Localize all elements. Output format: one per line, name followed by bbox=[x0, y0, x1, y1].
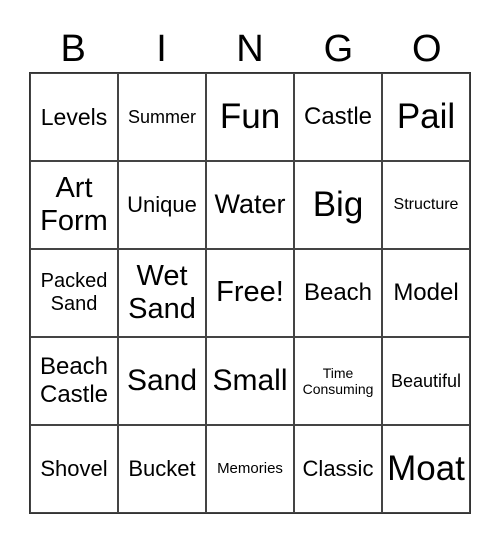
bingo-cell: Small bbox=[206, 337, 294, 425]
bingo-cell: Art Form bbox=[30, 161, 118, 249]
cell-text: Small bbox=[212, 363, 288, 397]
cell-text: Pail bbox=[396, 96, 456, 136]
bingo-cell: Memories bbox=[206, 425, 294, 513]
bingo-cell: Wet Sand bbox=[118, 249, 206, 337]
bingo-cell: Time Consuming bbox=[294, 337, 382, 425]
cell-text: Packed Sand bbox=[40, 270, 108, 315]
cell-text: Moat bbox=[387, 448, 465, 488]
bingo-cell: Fun bbox=[206, 73, 294, 161]
bingo-cell: Structure bbox=[382, 161, 470, 249]
header-letter: B bbox=[60, 28, 86, 70]
bingo-cell: Castle bbox=[294, 73, 382, 161]
cell-text: Shovel bbox=[40, 456, 108, 482]
bingo-cell: Levels bbox=[30, 73, 118, 161]
bingo-cell: Sand bbox=[118, 337, 206, 425]
bingo-cell: Summer bbox=[118, 73, 206, 161]
cell-text: Wet Sand bbox=[128, 259, 196, 325]
cell-text: Beach bbox=[303, 279, 373, 307]
bingo-cell: Pail bbox=[382, 73, 470, 161]
header-letter: G bbox=[323, 28, 354, 70]
cell-text: Art Form bbox=[40, 171, 108, 237]
cell-text: Sand bbox=[126, 363, 198, 397]
bingo-cell: Beach Castle bbox=[30, 337, 118, 425]
cell-text: Unique bbox=[127, 192, 197, 218]
cell-text: Bucket bbox=[128, 456, 196, 482]
cell-text: Free! bbox=[216, 276, 284, 309]
header-letter: N bbox=[236, 28, 264, 70]
cell-text: Classic bbox=[302, 456, 374, 482]
bingo-cell: Beautiful bbox=[382, 337, 470, 425]
bingo-cell: Free! bbox=[206, 249, 294, 337]
cell-text: Big bbox=[312, 184, 364, 224]
cell-text: Beach Castle bbox=[39, 353, 109, 408]
cell-text: Structure bbox=[393, 195, 459, 213]
cell-text: Fun bbox=[219, 96, 281, 136]
bingo-header: B I N G O bbox=[29, 26, 471, 72]
header-letter: I bbox=[156, 28, 167, 70]
bingo-cell: Unique bbox=[118, 161, 206, 249]
bingo-cell: Big bbox=[294, 161, 382, 249]
cell-text: Memories bbox=[217, 460, 283, 478]
bingo-cell: Classic bbox=[294, 425, 382, 513]
cell-text: Water bbox=[214, 189, 286, 220]
header-letter: O bbox=[411, 28, 442, 70]
bingo-cell: Bucket bbox=[118, 425, 206, 513]
bingo-cell: Moat bbox=[382, 425, 470, 513]
cell-text: Levels bbox=[40, 103, 108, 130]
bingo-grid: Levels Summer Fun Castle Pail Art Form Unique W… bbox=[29, 72, 471, 514]
bingo-cell: Model bbox=[382, 249, 470, 337]
cell-text: Castle bbox=[303, 103, 373, 131]
cell-text: Beautiful bbox=[390, 370, 462, 391]
cell-text: Time Consuming bbox=[302, 364, 374, 397]
bingo-cell: Water bbox=[206, 161, 294, 249]
bingo-cell: Packed Sand bbox=[30, 249, 118, 337]
cell-text: Summer bbox=[127, 106, 196, 127]
bingo-cell: Shovel bbox=[30, 425, 118, 513]
cell-text: Model bbox=[393, 279, 459, 307]
bingo-cell: Beach bbox=[294, 249, 382, 337]
